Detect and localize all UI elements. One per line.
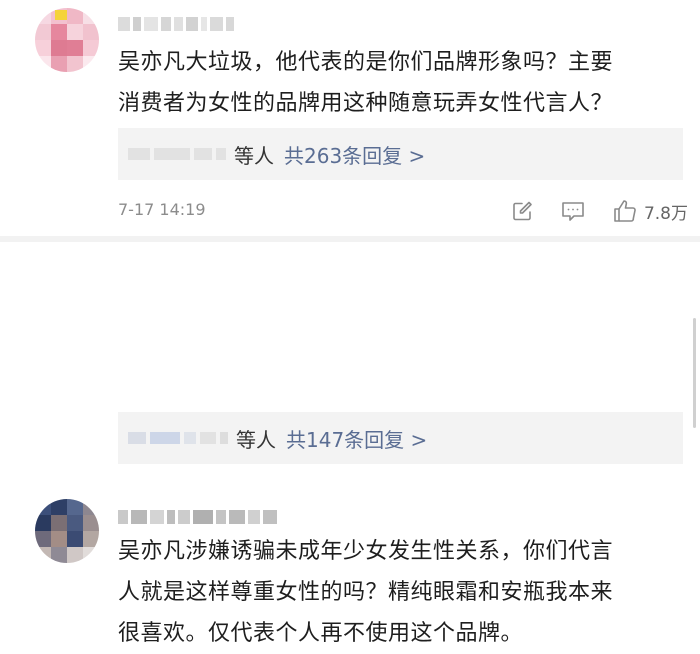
comment-text-line: 吴亦凡涉嫌诱骗未成年少女发生性关系，你们代言 [118,539,614,564]
comment-icon[interactable] [560,199,586,223]
avatar-badge [55,10,67,20]
avatar[interactable] [35,8,99,72]
thumbs-up-icon [614,200,636,222]
comment-text: 吴亦凡涉嫌诱骗未成年少女发生性关系，你们代言 人就是这样尊重女性的吗？精纯眼霜和… [118,531,688,654]
scrollbar[interactable] [693,318,696,428]
share-icon[interactable] [510,199,534,223]
comment-text-line: 人就是这样尊重女性的吗？精纯眼霜和安瓶我本来 [118,580,614,605]
replies-box[interactable]: 等人 共147条回复 > [118,412,683,464]
username-blurred[interactable] [118,509,277,525]
view-replies-link[interactable]: 共263条回复 > [284,140,425,169]
comment-meta: 7-17 14:19 7.8万 [118,200,688,224]
reply-users-label: 等人 [234,143,274,168]
replies-box[interactable]: 等人 共263条回复 > [118,128,683,180]
like-button[interactable]: 7.8万 [612,198,688,224]
reply-users-blurred [128,148,226,160]
username-blurred[interactable] [118,16,234,32]
like-count: 7.8万 [643,203,688,224]
comment-text-line: 吴亦凡大垃圾，他代表的是你们品牌形象吗？主要 [118,50,614,75]
comment-text-line: 消费者为女性的品牌用这种随意玩弄女性代言人？ [118,91,614,116]
reply-users-blurred [128,432,228,444]
comment-text-line: 很喜欢。仅代表个人再不使用这个品牌。 [118,621,524,646]
reply-users-label: 等人 [236,427,276,452]
comment-timestamp: 7-17 14:19 [118,200,206,219]
comment-text: 吴亦凡大垃圾，他代表的是你们品牌形象吗？主要 消费者为女性的品牌用这种随意玩弄女… [118,42,688,124]
comment-divider [0,236,700,242]
avatar[interactable] [35,499,99,563]
view-replies-link[interactable]: 共147条回复 > [286,424,427,453]
comment-item: 吴亦凡大垃圾，他代表的是你们品牌形象吗？主要 消费者为女性的品牌用这种随意玩弄女… [0,0,700,234]
